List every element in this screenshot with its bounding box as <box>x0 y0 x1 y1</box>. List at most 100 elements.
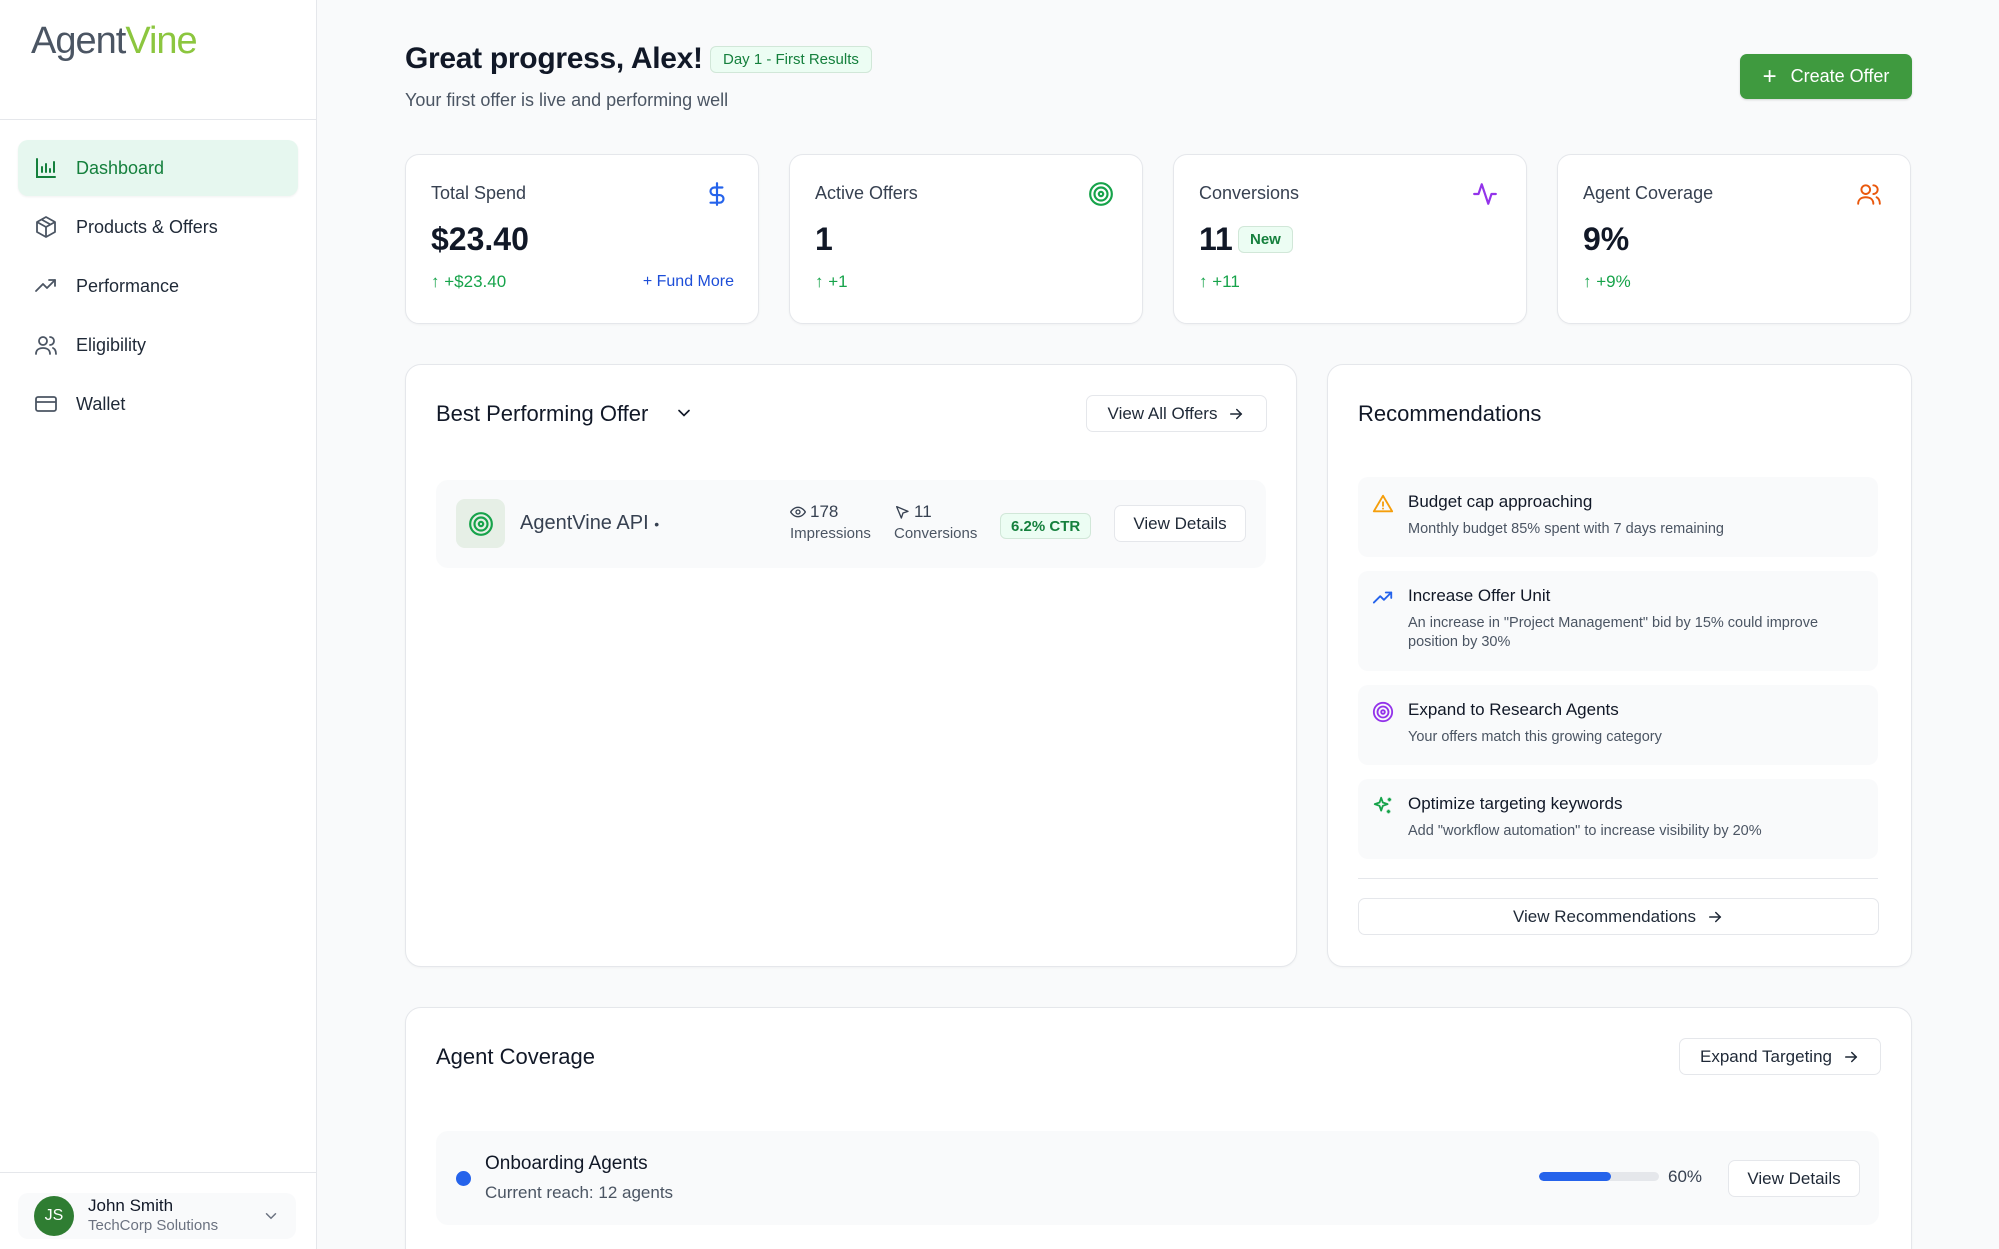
stat-card-active-offers: Active Offers 1 ↑ +1 <box>789 154 1143 324</box>
arrow-right-icon <box>1230 408 1243 419</box>
best-offer-title[interactable]: Best Performing Offer <box>436 401 694 427</box>
target-icon <box>1372 701 1394 723</box>
offer-icon <box>456 499 505 548</box>
stat-label: Conversions <box>1199 183 1300 203</box>
arrow-up-icon: ↑ <box>1199 272 1208 291</box>
logo-part-vine: Vine <box>125 20 197 62</box>
sidebar-item-wallet[interactable]: Wallet <box>18 376 298 432</box>
sidebar-nav: Dashboard Products & Offers Performance … <box>18 140 298 435</box>
view-details-button[interactable]: View Details <box>1114 505 1246 542</box>
stat-change: ↑ +$23.40 <box>431 272 506 292</box>
recommendation-desc: Monthly budget 85% spent with 7 days rem… <box>1408 521 1724 537</box>
recommendation-desc: An increase in "Project Management" bid … <box>1408 615 1819 650</box>
offer-name: AgentVine API • <box>520 512 659 535</box>
create-offer-button[interactable]: + Create Offer <box>1740 54 1912 99</box>
recommendation-item[interactable]: Budget cap approaching Monthly budget 85… <box>1358 477 1878 557</box>
user-name: John Smith <box>88 1196 174 1215</box>
stat-card-conversions: Conversions 11 New ↑ +11 <box>1173 154 1527 324</box>
sidebar-item-performance[interactable]: Performance <box>18 258 298 314</box>
recommendation-item[interactable]: Optimize targeting keywords Add "workflo… <box>1358 779 1878 859</box>
sidebar-item-label: Eligibility <box>76 334 147 355</box>
best-offer-panel: Best Performing Offer View All Offers Ag… <box>405 364 1297 967</box>
view-all-offers-button[interactable]: View All Offers <box>1086 395 1267 432</box>
warning-icon <box>1372 494 1394 513</box>
agent-coverage-panel: Agent Coverage Expand Targeting Onboardi… <box>405 1007 1912 1249</box>
bar-chart-icon <box>36 158 56 178</box>
sidebar-item-eligibility[interactable]: Eligibility <box>18 317 298 373</box>
activity-icon <box>1473 183 1497 205</box>
view-details-label: View Details <box>1133 513 1227 533</box>
recommendation-desc: Add "workflow automation" to increase vi… <box>1408 823 1762 839</box>
best-offer-title-text: Best Performing Offer <box>436 401 649 426</box>
new-badge: New <box>1238 226 1293 253</box>
recommendation-item[interactable]: Increase Offer Unit An increase in "Proj… <box>1358 571 1878 671</box>
arrow-up-icon: ↑ <box>815 272 824 291</box>
conversions-label: Conversions <box>894 525 978 542</box>
logo-part-agent: Agent <box>31 20 126 62</box>
trending-up-icon <box>1372 591 1393 604</box>
arrow-up-icon: ↑ <box>431 272 440 291</box>
recommendations-divider <box>1358 878 1878 879</box>
offer-separator: • <box>654 516 660 532</box>
recommendation-title: Increase Offer Unit <box>1408 586 1551 605</box>
impressions-metric: 178 Impressions <box>790 502 871 542</box>
recommendation-title: Expand to Research Agents <box>1408 700 1619 719</box>
user-org: TechCorp Solutions <box>88 1217 219 1234</box>
page-title: Great progress, Alex! <box>405 42 703 75</box>
stat-change: ↑ +11 <box>1199 272 1240 292</box>
target-icon <box>468 511 493 536</box>
agent-coverage-title: Agent Coverage <box>436 1044 595 1069</box>
coverage-reach: Current reach: 12 agents <box>485 1183 674 1202</box>
main-content: Great progress, Alex! Day 1 - First Resu… <box>317 0 1999 1249</box>
user-divider <box>0 1172 317 1173</box>
avatar: JS <box>34 1196 74 1236</box>
sidebar-item-dashboard[interactable]: Dashboard <box>18 140 298 196</box>
coverage-row[interactable]: Onboarding Agents Current reach: 12 agen… <box>436 1131 1879 1225</box>
agentvine-logo[interactable]: AgentVine <box>31 20 198 63</box>
stat-value: $23.40 <box>431 221 529 257</box>
stat-label: Agent Coverage <box>1583 183 1714 203</box>
page-subtitle: Your first offer is live and performing … <box>405 90 729 110</box>
sidebar-item-products-offers[interactable]: Products & Offers <box>18 199 298 255</box>
stat-value: 1 <box>815 221 833 257</box>
ctr-badge: 6.2% CTR <box>1000 513 1092 539</box>
coverage-progress-fill <box>1539 1172 1611 1181</box>
sparkles-icon <box>1373 796 1392 814</box>
sidebar: AgentVine Dashboard Products & Offers Pe… <box>0 0 317 1249</box>
sidebar-item-label: Dashboard <box>76 157 165 178</box>
offer-name-text: AgentVine API <box>520 512 649 534</box>
day-badge: Day 1 - First Results <box>710 46 872 73</box>
view-all-offers-label: View All Offers <box>1107 403 1218 423</box>
recommendation-title: Optimize targeting keywords <box>1408 794 1623 813</box>
stat-change: ↑ +9% <box>1583 272 1631 292</box>
coverage-name: Onboarding Agents <box>485 1153 648 1174</box>
stat-change-value: +9% <box>1596 272 1631 291</box>
stat-change-value: +11 <box>1212 272 1240 291</box>
stat-card-agent-coverage: Agent Coverage 9% ↑ +9% <box>1557 154 1911 324</box>
recommendation-item[interactable]: Expand to Research Agents Your offers ma… <box>1358 685 1878 765</box>
expand-targeting-label: Expand Targeting <box>1699 1046 1832 1066</box>
recommendations-panel: Recommendations Budget cap approaching M… <box>1327 364 1912 967</box>
view-details-button[interactable]: View Details <box>1728 1160 1860 1197</box>
fund-more-link[interactable]: + Fund More <box>643 273 734 291</box>
expand-targeting-button[interactable]: Expand Targeting <box>1679 1038 1881 1075</box>
target-icon <box>1089 182 1113 206</box>
impressions-value: 178 <box>810 502 839 521</box>
sidebar-divider <box>0 119 317 120</box>
dollar-icon <box>709 182 725 206</box>
view-recommendations-label: View Recommendations <box>1513 906 1696 926</box>
user-menu[interactable]: JS John Smith TechCorp Solutions <box>18 1193 296 1239</box>
users-icon <box>1857 184 1881 205</box>
offer-row[interactable]: AgentVine API • 178 Impressions 11 Conve… <box>436 480 1266 568</box>
create-offer-label: Create Offer <box>1790 66 1890 86</box>
chevron-down-icon <box>678 409 691 417</box>
plus-icon: + <box>1762 62 1777 90</box>
arrow-right-icon <box>1709 911 1722 922</box>
sidebar-item-label: Performance <box>76 275 180 296</box>
stat-label: Active Offers <box>815 183 918 203</box>
view-details-label: View Details <box>1747 1168 1841 1188</box>
stat-change-value: +1 <box>828 272 848 291</box>
view-recommendations-button[interactable]: View Recommendations <box>1358 898 1879 935</box>
impressions-label: Impressions <box>790 525 871 542</box>
stat-value: 9% <box>1583 221 1630 257</box>
